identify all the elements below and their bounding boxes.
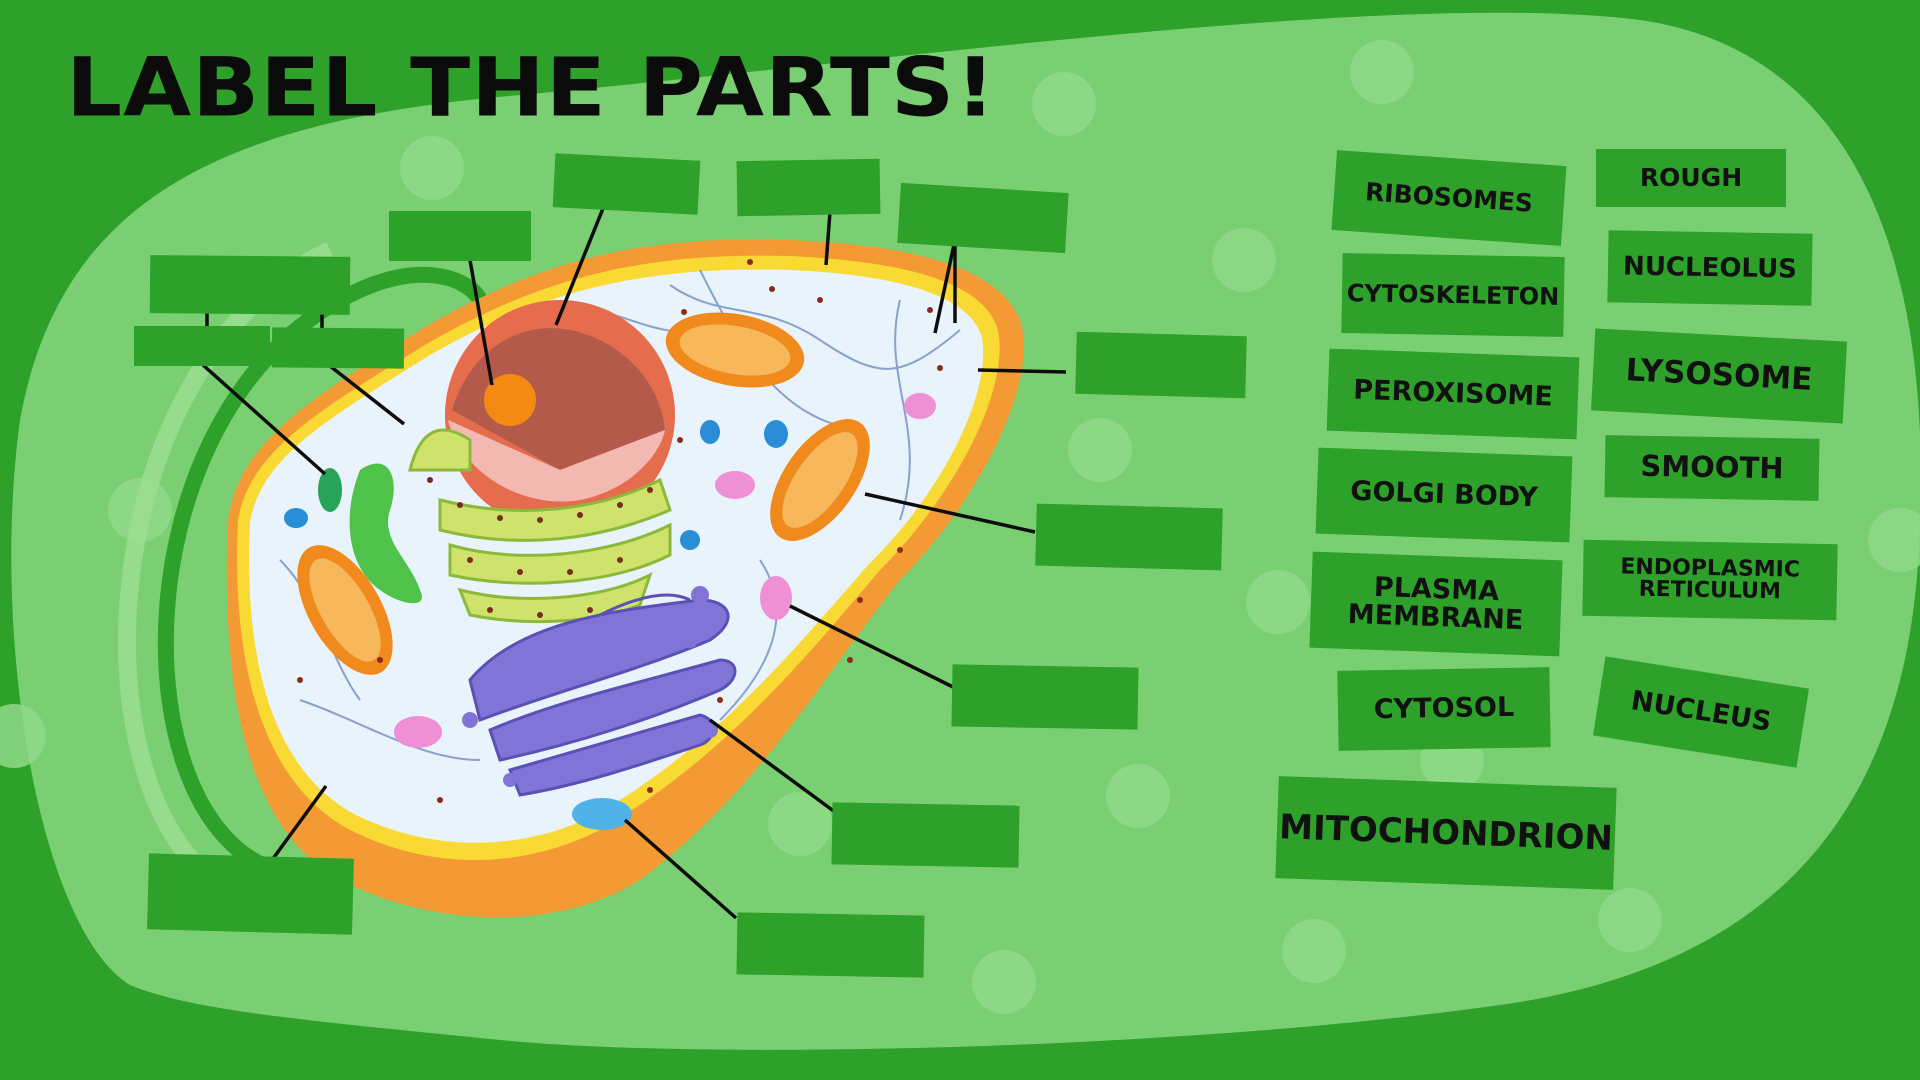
vacuole-shape: [572, 798, 632, 830]
slide: LABEL THE PARTS! RIBOSOMES ROUGH CYTOSKE…: [0, 0, 1920, 1080]
label-blank-2[interactable]: [134, 326, 270, 366]
word-tile-label: RIBOSOMES: [1364, 177, 1534, 219]
word-tile-label: NUCLEOLUS: [1622, 251, 1798, 285]
label-blank-8[interactable]: [1075, 331, 1247, 399]
word-tile-plasma-membrane[interactable]: PLASMA MEMBRANE: [1309, 551, 1563, 657]
label-blank-12[interactable]: [736, 912, 925, 978]
word-tile-label: LYSOSOME: [1624, 352, 1814, 399]
word-tile-mitochondrion[interactable]: MITOCHONDRION: [1275, 776, 1617, 890]
word-tile-label: PEROXISOME: [1352, 374, 1554, 413]
word-tile-label: PLASMA MEMBRANE: [1347, 572, 1524, 637]
word-tile-label: SMOOTH: [1640, 448, 1784, 486]
label-blank-6[interactable]: [736, 158, 881, 217]
label-blank-5[interactable]: [552, 153, 701, 215]
word-tile-peroxisome[interactable]: PEROXISOME: [1326, 348, 1580, 440]
label-blank-11[interactable]: [831, 802, 1020, 868]
label-blank-7[interactable]: [897, 182, 1069, 254]
word-tile-label: CYTOSOL: [1373, 692, 1515, 726]
label-blank-10[interactable]: [951, 664, 1139, 730]
word-tile-cytosol[interactable]: CYTOSOL: [1337, 667, 1551, 751]
label-blank-13[interactable]: [147, 853, 354, 935]
word-tile-endoplasmic-reticulum[interactable]: ENDOPLASMIC RETICULUM: [1582, 539, 1838, 621]
label-blank-3[interactable]: [271, 327, 405, 369]
label-blank-9[interactable]: [1035, 503, 1223, 571]
word-tile-lysosome[interactable]: LYSOSOME: [1591, 328, 1847, 424]
label-blank-1[interactable]: [149, 255, 351, 315]
word-tile-label: ROUGH: [1639, 163, 1743, 193]
word-tile-ribosomes[interactable]: RIBOSOMES: [1331, 150, 1567, 246]
word-tile-label: NUCLEUS: [1628, 685, 1774, 739]
word-tile-cytoskeleton[interactable]: CYTOSKELETON: [1341, 253, 1565, 337]
word-tile-label: MITOCHONDRION: [1278, 806, 1614, 859]
word-tile-label: GOLGI BODY: [1349, 475, 1539, 514]
word-tile-smooth[interactable]: SMOOTH: [1604, 435, 1820, 501]
word-tile-nucleolus[interactable]: NUCLEOLUS: [1607, 230, 1813, 306]
word-tile-golgi-body[interactable]: GOLGI BODY: [1315, 447, 1573, 543]
word-tile-label: ENDOPLASMIC RETICULUM: [1620, 553, 1801, 605]
word-tile-rough[interactable]: ROUGH: [1596, 149, 1786, 207]
label-blank-4[interactable]: [389, 211, 531, 261]
word-tile-label: CYTOSKELETON: [1346, 278, 1560, 311]
